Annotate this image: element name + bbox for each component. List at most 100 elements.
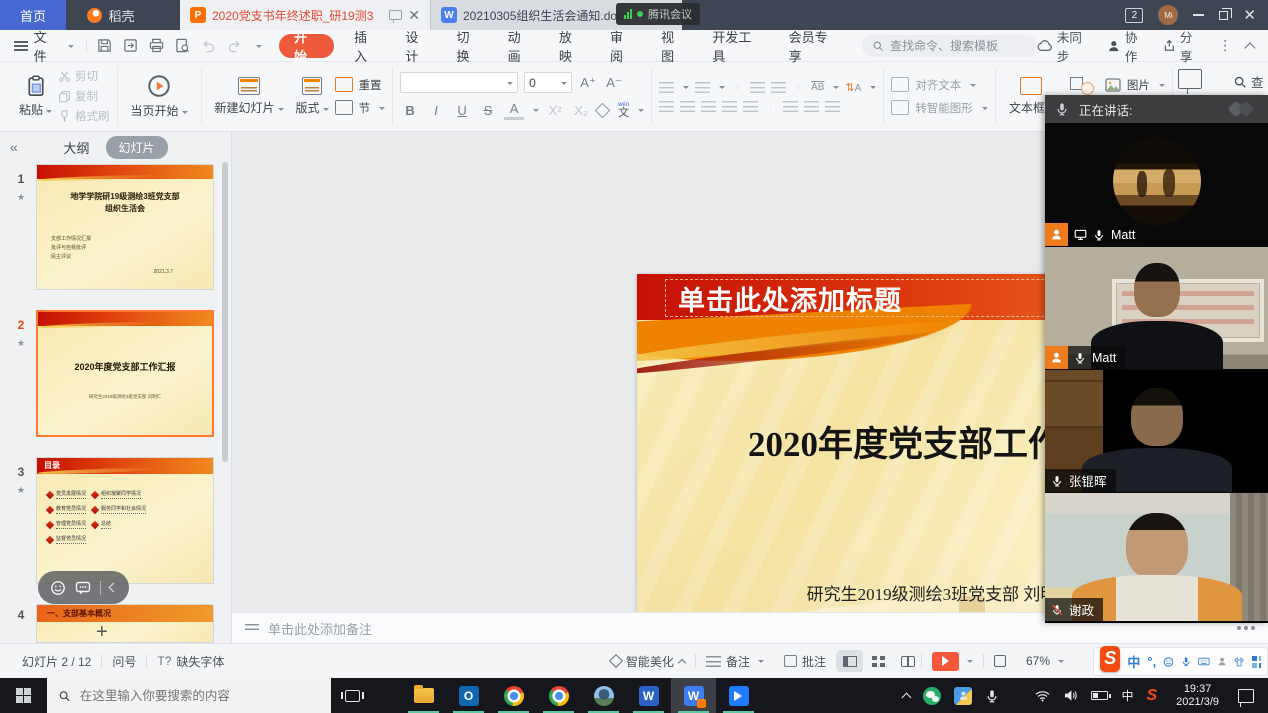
tab-insert[interactable]: 插入 bbox=[341, 30, 392, 61]
quickbar-more-icon[interactable] bbox=[256, 45, 262, 51]
paste-button[interactable]: 粘贴 bbox=[13, 75, 58, 118]
share-button[interactable]: 分享 bbox=[1163, 27, 1204, 65]
add-slide-button[interactable]: + bbox=[96, 621, 108, 643]
slideshow-button[interactable] bbox=[922, 652, 983, 671]
hidden-icons-chevron[interactable] bbox=[902, 693, 912, 703]
tab-docer[interactable]: 稻壳 bbox=[66, 0, 156, 30]
ime-toolbox-icon[interactable] bbox=[1252, 656, 1261, 668]
picture-button[interactable]: 图片 bbox=[1105, 77, 1165, 93]
slides-tab[interactable]: 幻灯片 bbox=[106, 136, 168, 159]
ime-language-toggle[interactable]: 中 bbox=[1127, 652, 1140, 671]
slide-thumbnail-4[interactable]: 一、支部基本概况 bbox=[36, 604, 214, 643]
close-tab-icon[interactable]: ✕ bbox=[408, 8, 420, 22]
redo-icon[interactable] bbox=[227, 38, 242, 53]
sogou-tray-icon[interactable]: S bbox=[1147, 687, 1158, 705]
tab-view[interactable]: 视图 bbox=[648, 30, 699, 61]
tab-animation[interactable]: 动画 bbox=[495, 30, 546, 61]
italic-button[interactable]: I bbox=[426, 100, 446, 120]
bullet-list-icon[interactable] bbox=[659, 82, 674, 93]
more-menu-icon[interactable]: ⋮ bbox=[1218, 37, 1232, 54]
fit-slide-button[interactable] bbox=[984, 655, 1016, 667]
align-right-icon[interactable] bbox=[701, 101, 716, 112]
subscript-button[interactable]: X₂ bbox=[571, 100, 591, 120]
undo-icon[interactable] bbox=[201, 38, 216, 53]
sorter-view-button[interactable] bbox=[866, 650, 892, 672]
sticker-toolbar[interactable] bbox=[38, 571, 129, 604]
taskbar-app-meeting[interactable] bbox=[716, 678, 761, 713]
taskbar-clock[interactable]: 19:37 2021/3/9 bbox=[1170, 683, 1225, 709]
bold-button[interactable]: B bbox=[400, 100, 420, 120]
note-toggle-button[interactable]: 备注 bbox=[696, 653, 774, 670]
emoji-icon[interactable] bbox=[50, 580, 66, 596]
sidebar-scrollbar[interactable] bbox=[222, 162, 228, 462]
taskbar-app-outlook[interactable]: O bbox=[446, 678, 491, 713]
print-icon[interactable] bbox=[149, 38, 164, 53]
tencent-meeting-chip[interactable]: 腾讯会议 bbox=[616, 3, 700, 25]
align-left-icon[interactable] bbox=[659, 101, 674, 112]
taskbar-app-word[interactable]: W bbox=[626, 678, 671, 713]
underline-button[interactable]: U bbox=[452, 100, 472, 120]
new-slide-button[interactable]: 新建幻灯片 bbox=[209, 77, 290, 116]
tab-developer[interactable]: 开发工具 bbox=[699, 30, 775, 61]
user-avatar[interactable]: Mi bbox=[1158, 5, 1178, 25]
font-name-combo[interactable] bbox=[400, 72, 518, 93]
beautify-button[interactable]: 智能美化 bbox=[601, 653, 695, 670]
ime-voice-icon[interactable] bbox=[1181, 655, 1191, 668]
section-button[interactable]: 节 bbox=[335, 100, 386, 116]
font-size-combo[interactable]: 0 bbox=[524, 72, 572, 93]
align-text-button[interactable]: 对齐文本 bbox=[891, 77, 988, 93]
tab-design[interactable]: 设计 bbox=[392, 30, 443, 61]
font-color-button[interactable]: A bbox=[504, 100, 524, 120]
volume-icon[interactable] bbox=[1063, 689, 1078, 702]
zoom-control[interactable]: 67% bbox=[1016, 654, 1074, 668]
restore-button[interactable] bbox=[1219, 11, 1228, 20]
minimize-button[interactable] bbox=[1193, 14, 1204, 16]
save-icon[interactable] bbox=[97, 38, 112, 53]
reading-view-button[interactable] bbox=[895, 650, 921, 672]
meeting-panel[interactable]: 正在讲话: Matt Matt bbox=[1045, 95, 1268, 623]
grow-font-button[interactable]: A⁺ bbox=[578, 73, 598, 93]
play-from-current-button[interactable]: 当页开始 bbox=[125, 74, 194, 119]
action-center-icon[interactable] bbox=[1238, 689, 1254, 703]
tab-home[interactable]: 首页 bbox=[0, 0, 66, 30]
contacts-tray-icon[interactable] bbox=[954, 687, 972, 705]
start-button[interactable] bbox=[0, 678, 47, 713]
char-border-button[interactable]: AB bbox=[811, 82, 824, 93]
presenter-view-icon[interactable] bbox=[1178, 69, 1202, 89]
print-preview-icon[interactable] bbox=[175, 38, 190, 53]
slide-thumbnail-1[interactable]: 地学学院研19级测绘3班党支部组织生活会 支部工作情况汇报 批评与自我批评 民主… bbox=[36, 164, 214, 290]
pinyin-guide-button[interactable]: wén 文 bbox=[618, 102, 629, 119]
taskbar-app-chrome-2[interactable] bbox=[536, 678, 581, 713]
find-button[interactable]: 查 bbox=[1233, 72, 1264, 91]
cut-button[interactable]: 剪切 bbox=[58, 68, 110, 84]
strikethrough-button[interactable]: S bbox=[478, 100, 498, 120]
tab-document-active[interactable]: P 2020党支书年终述职_研19测3 ✕ bbox=[180, 0, 430, 30]
slide-thumbnail-3[interactable]: 目录 党员发展情况 教育党员情况 管理党员情况 监督党员情况 组织凝聚同学情况 … bbox=[36, 457, 214, 584]
ime-mode-indicator[interactable]: 中 bbox=[1121, 687, 1133, 704]
para-spacing-icon[interactable] bbox=[804, 101, 819, 112]
taskbar-app-chrome-1[interactable] bbox=[491, 678, 536, 713]
line-spacing-icon[interactable] bbox=[783, 101, 798, 112]
tab-review[interactable]: 审阅 bbox=[597, 30, 648, 61]
tab-start[interactable]: 开始 bbox=[279, 34, 334, 58]
copy-button[interactable]: 复制 bbox=[58, 88, 110, 104]
battery-icon[interactable] bbox=[1091, 691, 1108, 700]
text-direction-icon[interactable]: ⇅A bbox=[845, 81, 861, 94]
window-count-badge[interactable]: 2 bbox=[1125, 8, 1143, 23]
file-menu[interactable]: 文件 bbox=[0, 27, 86, 65]
taskbar-search[interactable] bbox=[47, 678, 331, 713]
increase-indent-icon[interactable] bbox=[771, 82, 786, 93]
question-button[interactable]: 问号 bbox=[102, 653, 146, 670]
close-button[interactable]: ✕ bbox=[1243, 8, 1256, 23]
export-icon[interactable] bbox=[123, 38, 138, 53]
wechat-tray-icon[interactable] bbox=[923, 687, 941, 705]
sync-status[interactable]: 未同步 bbox=[1037, 27, 1093, 65]
collaborate-button[interactable]: 协作 bbox=[1107, 27, 1149, 65]
ime-punctuation-toggle[interactable]: °, bbox=[1147, 654, 1156, 669]
collapse-panel-icon[interactable]: « bbox=[10, 139, 18, 155]
chevron-left-icon[interactable] bbox=[109, 583, 119, 593]
justify-icon[interactable] bbox=[722, 101, 737, 112]
mic-tray-icon[interactable] bbox=[985, 689, 999, 703]
network-icon[interactable] bbox=[1035, 690, 1050, 702]
slide-thumbnail-2-selected[interactable]: 2020年度党支部工作汇报 研究生2019级测绘3班党支部 刘明仁 bbox=[36, 310, 214, 437]
